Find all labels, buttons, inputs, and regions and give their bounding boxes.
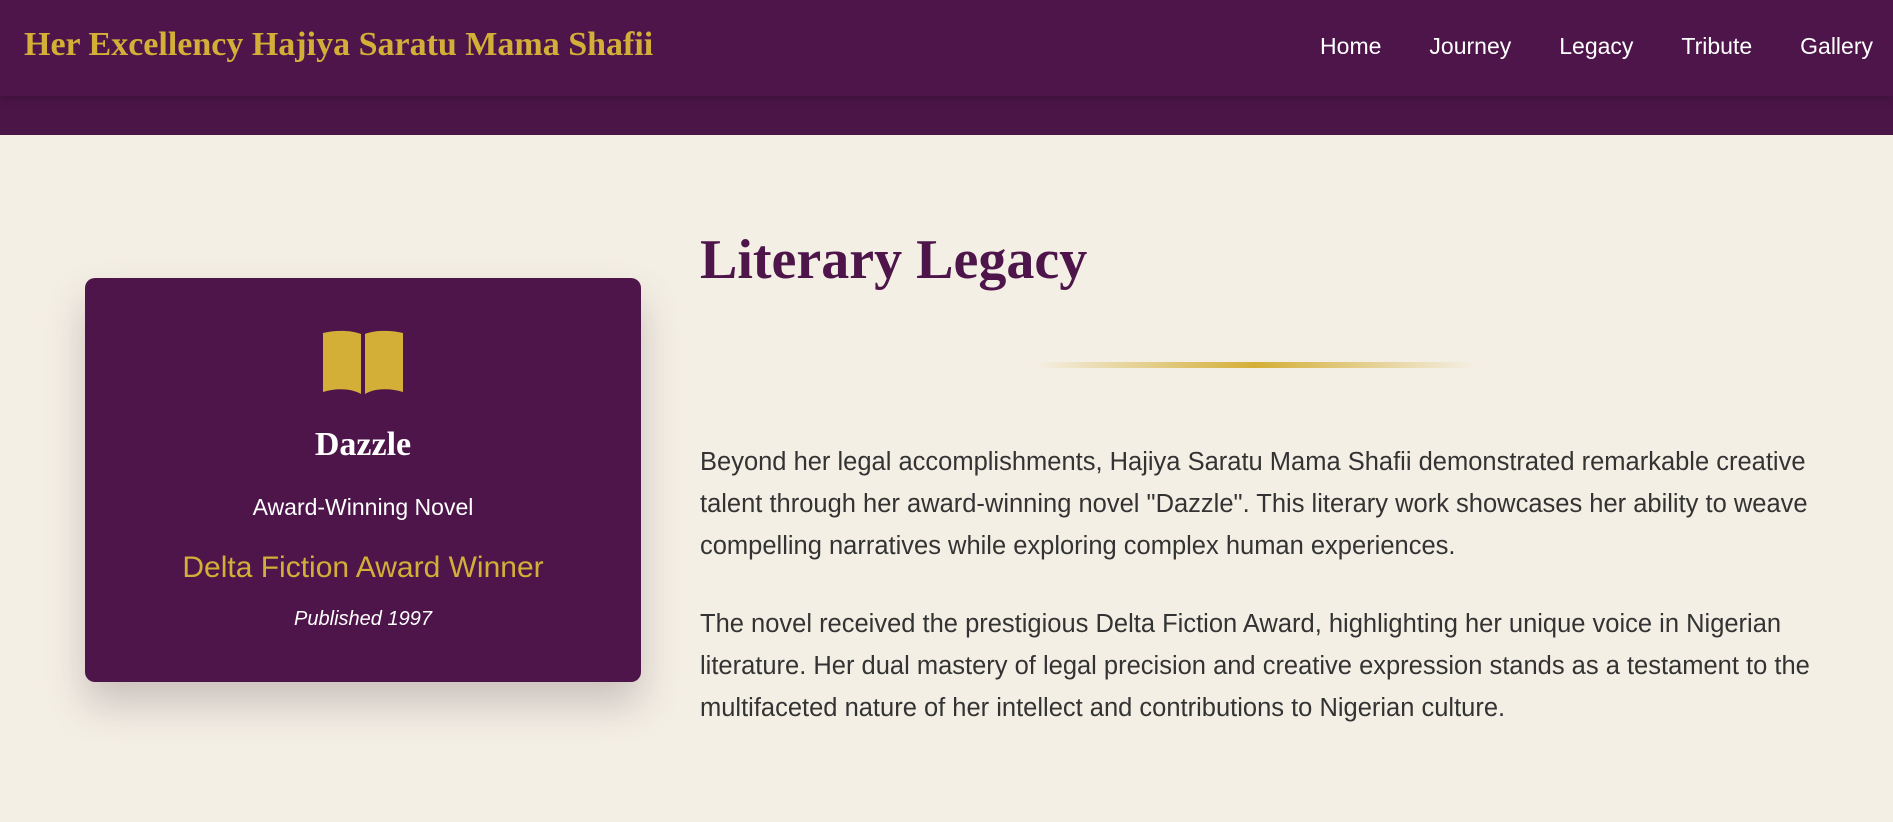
book-award: Delta Fiction Award Winner [182, 551, 544, 584]
book-title: Dazzle [314, 426, 412, 463]
nav-links: Home Journey Legacy Tribute Gallery [1320, 33, 1873, 60]
book-card: Dazzle Award-Winning Novel Delta Fiction… [85, 278, 641, 682]
book-published-date: Published 1997 [294, 608, 432, 630]
legacy-paragraph-1: Beyond her legal accomplishments, Hajiya… [700, 448, 1808, 560]
nav-link-legacy[interactable]: Legacy [1559, 33, 1633, 60]
book-subtitle: Award-Winning Novel [252, 494, 474, 520]
gold-divider [1035, 362, 1475, 368]
open-book-icon [323, 330, 403, 394]
site-title[interactable]: Her Excellency Hajiya Saratu Mama Shafii [24, 26, 653, 64]
nav-link-gallery[interactable]: Gallery [1800, 33, 1873, 60]
nav-link-tribute[interactable]: Tribute [1681, 33, 1752, 60]
section-title: Literary Legacy [700, 229, 1088, 291]
nav-link-journey[interactable]: Journey [1429, 33, 1511, 60]
navigation-bar: Her Excellency Hajiya Saratu Mama Shafii… [0, 0, 1893, 96]
legacy-paragraph-2: The novel received the prestigious Delta… [700, 610, 1810, 722]
nav-link-home[interactable]: Home [1320, 33, 1381, 60]
